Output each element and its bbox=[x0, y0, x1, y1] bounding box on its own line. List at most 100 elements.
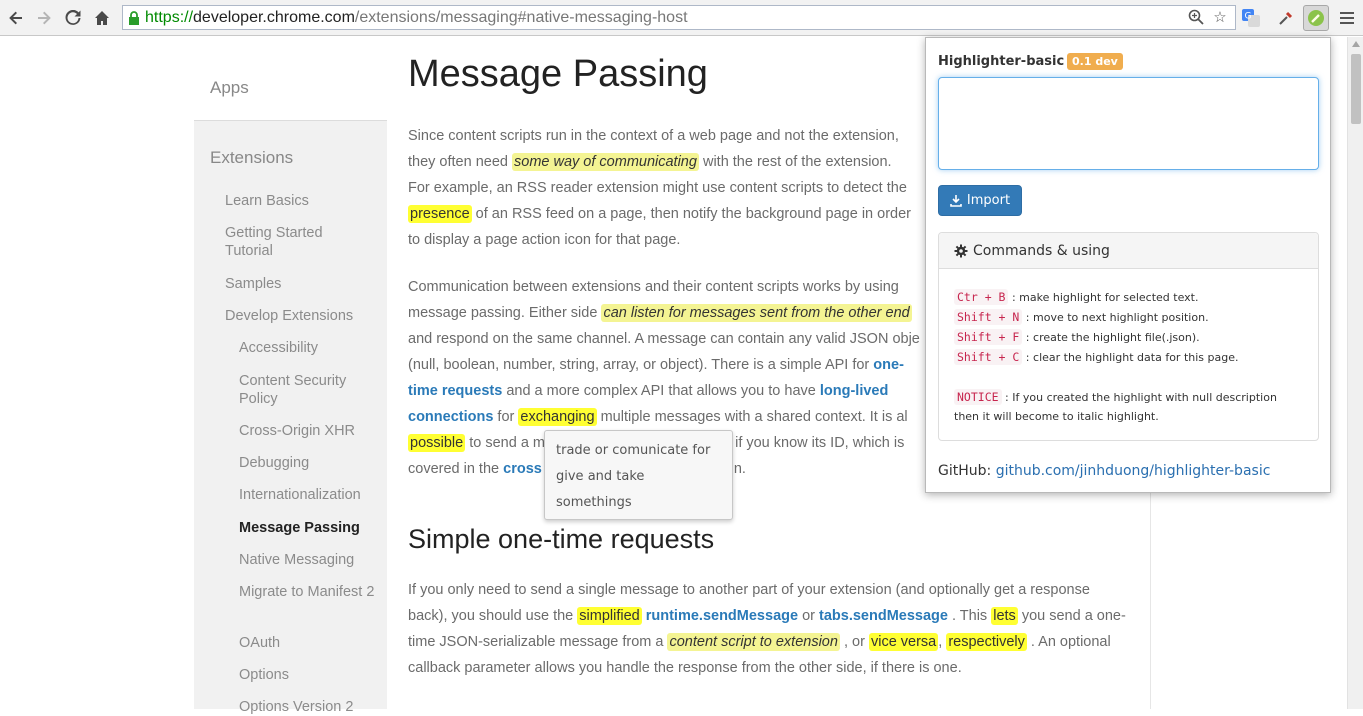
sidebar-item-accessibility[interactable]: Accessibility bbox=[239, 339, 318, 357]
commands-body: Ctr + B : make highlight for selected te… bbox=[939, 269, 1318, 427]
url-path: /extensions/messaging#native-messaging-h… bbox=[354, 8, 688, 26]
link-tabs-sendmessage[interactable]: tabs.sendMessage bbox=[819, 608, 948, 624]
url-scheme: https:// bbox=[145, 8, 194, 26]
link-runtime-sendmessage[interactable]: runtime.sendMessage bbox=[646, 608, 798, 624]
scroll-up-arrow-icon[interactable] bbox=[1352, 41, 1360, 47]
browser-toolbar: https://developer.chrome.com/extensions/… bbox=[0, 0, 1363, 36]
sidebar-item-content-security-policy[interactable]: Content Security Policy bbox=[239, 372, 369, 408]
sidebar-item-debugging[interactable]: Debugging bbox=[239, 454, 309, 472]
gear-icon bbox=[954, 244, 968, 257]
link-cross-extension[interactable]: cross bbox=[503, 461, 542, 477]
text-span: multiple messages with a shared context.… bbox=[596, 409, 908, 425]
version-badge: 0.1 dev bbox=[1067, 53, 1123, 70]
highlight-italic[interactable]: can listen for messages sent from the ot… bbox=[601, 304, 912, 322]
text-span: n. bbox=[733, 461, 746, 477]
highlight-italic[interactable]: some way of communicating bbox=[512, 153, 699, 171]
sidebar-item-samples[interactable]: Samples bbox=[225, 275, 281, 293]
shortcut-key: Ctr + B bbox=[954, 289, 1009, 305]
highlighter-extension-button[interactable] bbox=[1303, 5, 1329, 31]
text-span: or bbox=[798, 608, 820, 624]
text-span: . An optional bbox=[1026, 634, 1111, 650]
link-one-time-requests[interactable]: time requests bbox=[408, 383, 502, 399]
shortcut-key: Shift + N bbox=[954, 309, 1023, 325]
popup-title: Highlighter-basic bbox=[938, 54, 1065, 69]
tooltip-line: give and take bbox=[556, 469, 645, 484]
text-span: (null, boolean, number, string, array, o… bbox=[408, 357, 874, 373]
text-line: Since content scripts run in the context… bbox=[408, 128, 899, 144]
text-line: presence of an RSS feed on a page, then … bbox=[408, 201, 911, 227]
sidebar-item-internationalization[interactable]: Internationalization bbox=[239, 486, 361, 504]
text-span: message passing. Either side bbox=[408, 305, 602, 321]
command-row: Shift + C : clear the highlight data for… bbox=[954, 347, 1303, 367]
address-bar[interactable]: https://developer.chrome.com/extensions/… bbox=[122, 5, 1236, 30]
nav-extensions-label[interactable]: Extensions bbox=[210, 148, 293, 168]
highlight[interactable]: lets bbox=[991, 607, 1018, 625]
text-line: For example, an RSS reader extension mig… bbox=[408, 180, 907, 196]
github-link[interactable]: github.com/jinhduong/highlighter-basic bbox=[996, 463, 1271, 479]
bookmark-star-icon[interactable]: ☆ bbox=[1211, 8, 1229, 26]
text-line: to display a page action icon for that p… bbox=[408, 232, 681, 248]
sidebar-item-develop-extensions[interactable]: Develop Extensions bbox=[225, 307, 353, 325]
page-scrollbar[interactable] bbox=[1347, 37, 1363, 709]
highlight[interactable]: exchanging bbox=[518, 408, 597, 426]
back-button[interactable] bbox=[4, 6, 28, 30]
command-description: create the highlight file(.json). bbox=[1033, 331, 1200, 344]
text-span: you send a one- bbox=[1017, 608, 1126, 624]
import-textarea[interactable] bbox=[938, 77, 1319, 170]
notice-text: If you created the highlight with null d… bbox=[1012, 391, 1277, 404]
highlight[interactable]: simplified bbox=[577, 607, 642, 625]
lock-icon bbox=[123, 6, 145, 29]
shortcut-key: Shift + F bbox=[954, 329, 1023, 345]
sidebar-item-oauth[interactable]: OAuth bbox=[239, 634, 280, 652]
tooltip-line: trade or comunicate for bbox=[556, 443, 711, 458]
nav-apps-section[interactable]: Apps bbox=[194, 37, 387, 121]
notice-row: NOTICE : If you created the highlight wi… bbox=[954, 387, 1303, 407]
highlight[interactable]: respectively bbox=[946, 633, 1027, 651]
text-span: and a more complex API that allows you t… bbox=[502, 383, 820, 399]
sidebar-item-native-messaging[interactable]: Native Messaging bbox=[239, 551, 354, 569]
highlight[interactable]: presence bbox=[408, 205, 472, 223]
highlighter-popup: Highlighter-basic 0.1 dev Import Command… bbox=[925, 37, 1331, 493]
menu-button[interactable] bbox=[1334, 5, 1360, 31]
commands-title: Commands & using bbox=[973, 242, 1110, 259]
highlight[interactable]: possible bbox=[408, 434, 466, 452]
link-one-time-requests[interactable]: one- bbox=[873, 357, 904, 373]
highlight-italic[interactable]: content script to extension bbox=[667, 633, 840, 651]
text-line: If you only need to send a single messag… bbox=[408, 582, 1090, 598]
text-span: , or bbox=[839, 634, 869, 650]
sidebar-item-options[interactable]: Options bbox=[239, 666, 289, 684]
left-navigation: Apps Extensions Learn Basics Getting Sta… bbox=[194, 37, 387, 715]
sidebar-item-migrate-manifest[interactable]: Migrate to Manifest 2 bbox=[239, 583, 379, 601]
link-long-lived-connections[interactable]: long-lived bbox=[820, 383, 888, 399]
scroll-thumb[interactable] bbox=[1351, 54, 1361, 124]
sidebar-item-getting-started[interactable]: Getting Started Tutorial bbox=[225, 224, 365, 260]
home-icon bbox=[95, 11, 109, 25]
nav-apps-label[interactable]: Apps bbox=[210, 78, 249, 98]
text-line: time requests and a more complex API tha… bbox=[408, 378, 888, 404]
reload-button[interactable] bbox=[61, 6, 85, 30]
command-description: clear the highlight data for this page. bbox=[1033, 351, 1239, 364]
forward-button[interactable] bbox=[32, 6, 56, 30]
section-heading: Simple one-time requests bbox=[408, 524, 715, 554]
text-span: with the rest of the extension. bbox=[698, 154, 892, 170]
import-button[interactable]: Import bbox=[938, 185, 1022, 216]
notice-label: NOTICE bbox=[954, 389, 1002, 405]
text-line: message passing. Either side can listen … bbox=[408, 300, 912, 326]
sidebar-item-cross-origin-xhr[interactable]: Cross-Origin XHR bbox=[239, 422, 355, 440]
zoom-icon[interactable] bbox=[1187, 8, 1205, 26]
highlighter-icon bbox=[1308, 10, 1324, 26]
text-line: Communication between extensions and the… bbox=[408, 279, 899, 295]
google-translate-icon[interactable]: G bbox=[1238, 5, 1264, 31]
hamburger-menu-icon bbox=[1340, 12, 1354, 24]
text-line: back), you should use the simplified run… bbox=[408, 603, 1126, 629]
text-line: they often need some way of communicatin… bbox=[408, 149, 892, 175]
sidebar-item-options-version-2[interactable]: Options Version 2 bbox=[239, 698, 353, 716]
home-button[interactable] bbox=[90, 6, 114, 30]
link-long-lived-connections[interactable]: connections bbox=[408, 409, 493, 425]
highlight[interactable]: vice versa bbox=[868, 633, 939, 651]
eyedropper-icon[interactable] bbox=[1273, 5, 1299, 31]
text-line: and respond on the same channel. A messa… bbox=[408, 331, 920, 347]
tooltip-line: somethings bbox=[556, 495, 632, 510]
sidebar-item-learn-basics[interactable]: Learn Basics bbox=[225, 192, 309, 210]
sidebar-item-message-passing[interactable]: Message Passing bbox=[239, 519, 360, 537]
